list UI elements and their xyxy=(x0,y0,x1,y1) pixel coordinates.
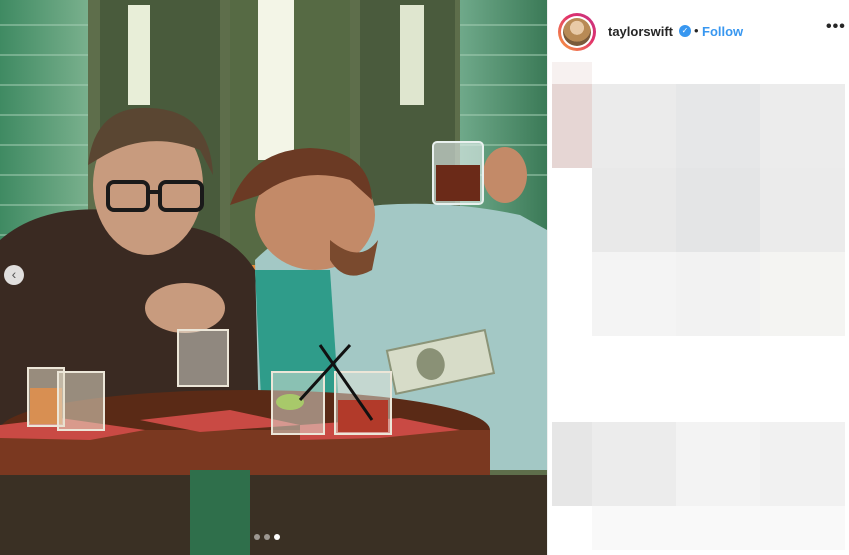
blur-block xyxy=(676,422,760,506)
blurred-comments xyxy=(548,62,849,555)
blur-block xyxy=(592,252,676,336)
blur-block xyxy=(592,168,676,252)
blur-block xyxy=(676,252,760,336)
post-photo[interactable]: ‹ xyxy=(0,0,547,555)
username-link[interactable]: taylorswift xyxy=(608,24,673,39)
blur-block xyxy=(592,84,676,168)
blur-block xyxy=(760,168,845,252)
verified-badge-icon: ✓ xyxy=(679,25,691,37)
blur-block xyxy=(676,168,760,252)
separator-dot: • xyxy=(694,23,699,38)
follow-button[interactable]: Follow xyxy=(702,24,743,39)
avatar-frame xyxy=(561,16,593,48)
blur-block xyxy=(760,252,845,336)
more-options-icon[interactable]: ••• xyxy=(826,18,846,36)
blur-block xyxy=(592,506,845,550)
avatar-image xyxy=(563,18,591,46)
photo-illustration xyxy=(0,0,547,555)
previous-photo-button[interactable]: ‹ xyxy=(4,265,24,285)
blur-block xyxy=(552,62,592,84)
blur-block xyxy=(552,422,592,506)
carousel-dot xyxy=(264,534,270,540)
blur-block xyxy=(676,84,760,168)
blur-block xyxy=(760,84,845,168)
chevron-left-icon: ‹ xyxy=(11,266,17,282)
blur-block xyxy=(760,422,845,506)
avatar[interactable] xyxy=(558,13,596,51)
post-sidebar: taylorswift ✓ • Follow ••• xyxy=(547,0,849,555)
instagram-post: ‹ taylorswift ✓ • Follow ••• xyxy=(0,0,849,555)
carousel-dot-active xyxy=(274,534,280,540)
post-header: taylorswift ✓ • Follow ••• xyxy=(548,0,849,62)
blur-block xyxy=(592,422,676,506)
blur-block xyxy=(552,84,592,168)
carousel-indicator xyxy=(254,534,280,540)
carousel-dot xyxy=(254,534,260,540)
